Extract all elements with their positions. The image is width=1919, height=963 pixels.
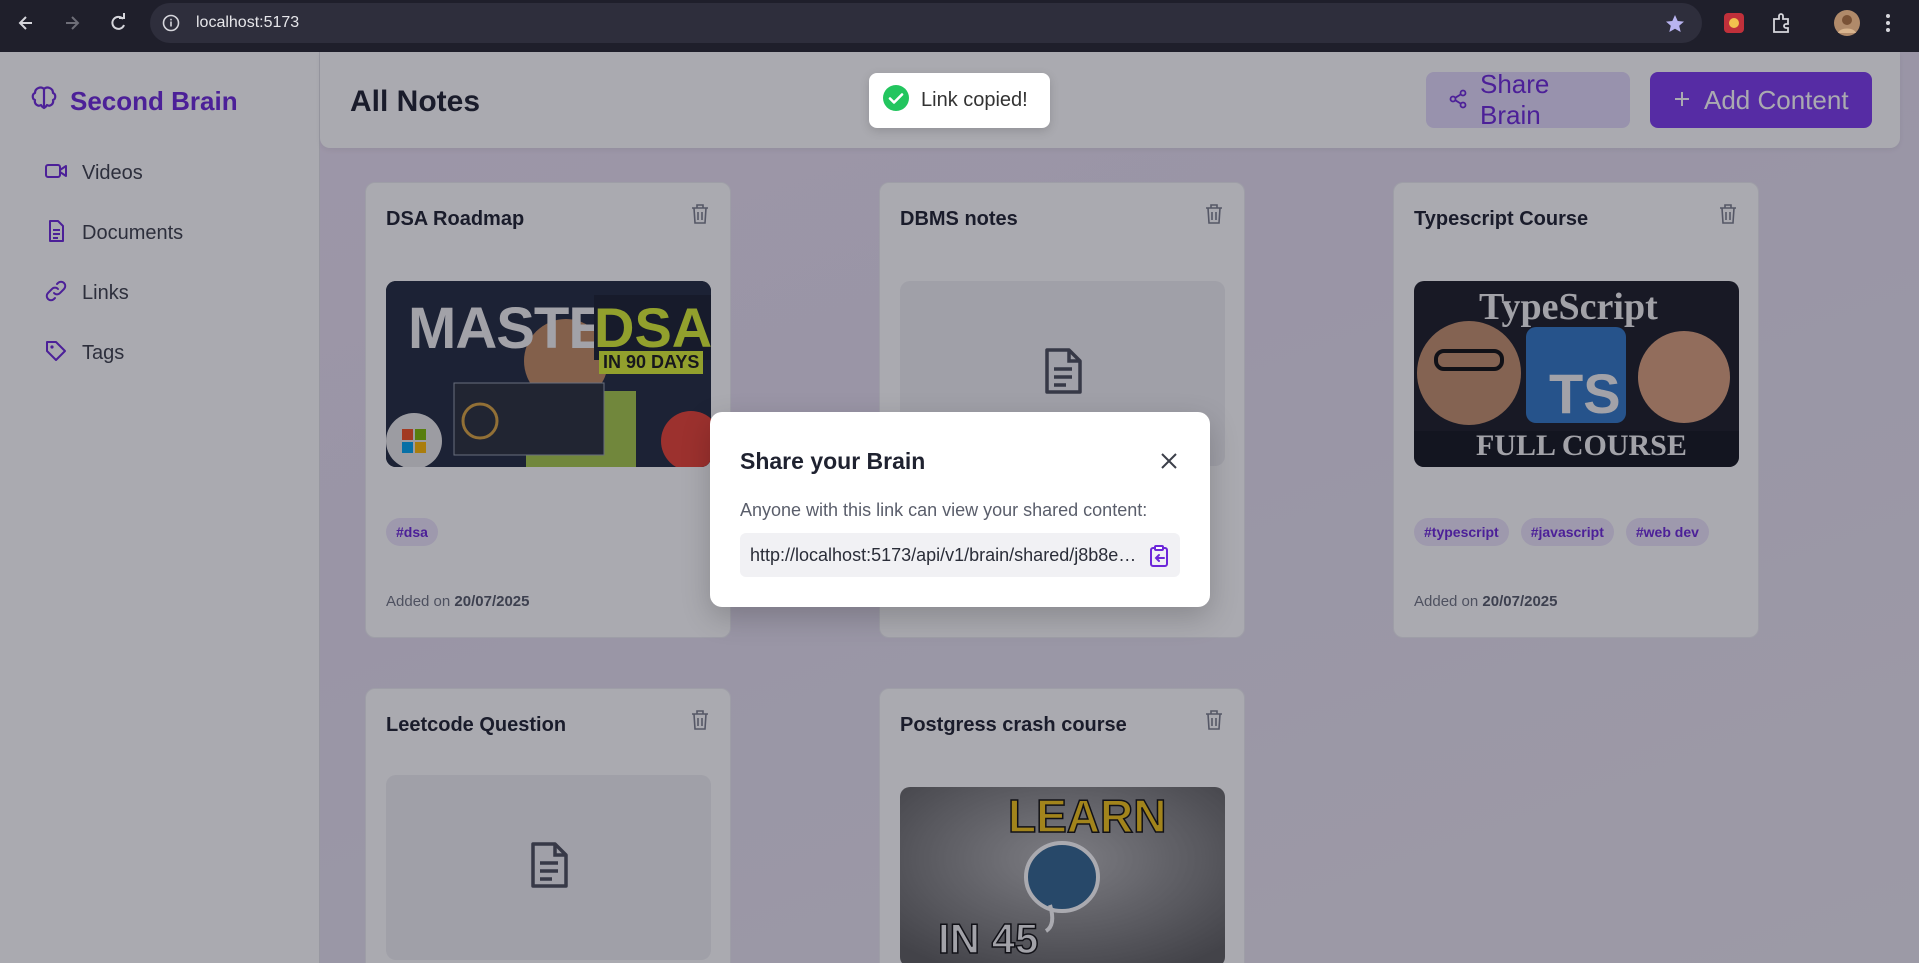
url-text[interactable]: localhost:5173 <box>196 14 299 32</box>
bookmark-star-icon[interactable] <box>1664 13 1686 40</box>
extensions-puzzle-icon[interactable] <box>1770 11 1794 40</box>
modal-title: Share your Brain <box>740 448 926 474</box>
check-circle-icon <box>883 85 909 116</box>
close-icon[interactable] <box>1158 450 1180 472</box>
profile-avatar[interactable] <box>1834 10 1860 41</box>
toast-message: Link copied! <box>921 89 1028 111</box>
browser-menu-icon[interactable] <box>1884 11 1892 40</box>
back-icon[interactable] <box>12 9 40 37</box>
toast-notification: Link copied! <box>869 73 1050 128</box>
site-info-icon[interactable] <box>162 14 180 37</box>
share-link-field[interactable]: http://localhost:5173/api/v1/brain/share… <box>740 533 1180 577</box>
modal-description: Anyone with this link can view your shar… <box>740 500 1148 520</box>
reload-icon[interactable] <box>104 9 132 37</box>
share-link-text[interactable]: http://localhost:5173/api/v1/brain/share… <box>750 545 1140 566</box>
address-bar[interactable]: localhost:5173 <box>150 3 1702 43</box>
copy-clipboard-icon[interactable] <box>1146 543 1172 569</box>
browser-toolbar: localhost:5173 <box>0 0 1919 52</box>
forward-icon[interactable] <box>58 9 86 37</box>
extension-icon[interactable] <box>1722 11 1746 40</box>
share-brain-modal: Share your Brain Anyone with this link c… <box>710 412 1210 607</box>
